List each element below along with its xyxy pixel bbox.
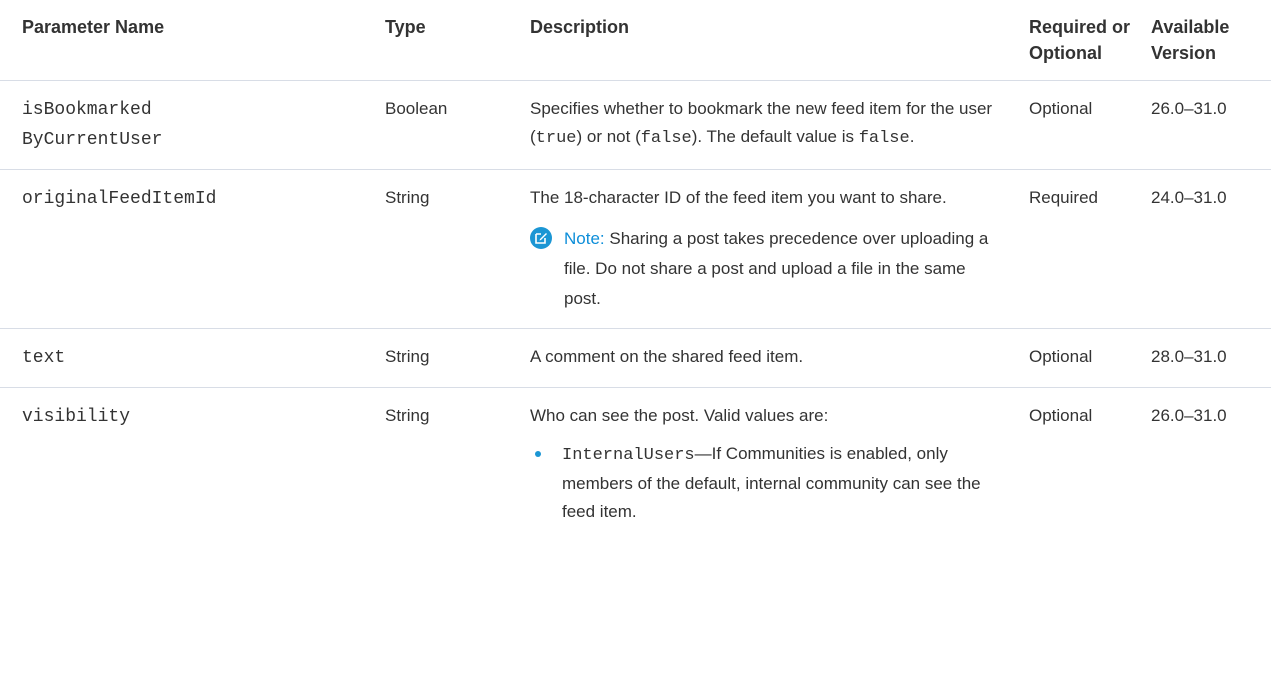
required-cell: Optional — [1013, 328, 1141, 388]
header-parameter-name: Parameter Name — [0, 0, 363, 81]
values-list: InternalUsers—If Communities is enabled,… — [530, 440, 1007, 526]
header-type: Type — [363, 0, 508, 81]
header-available-version: Available Version — [1141, 0, 1271, 81]
table-row: isBookmarked ByCurrentUser Boolean Speci… — [0, 80, 1271, 170]
description-cell: Specifies whether to bookmark the new fe… — [508, 80, 1013, 170]
type-cell: String — [385, 406, 430, 425]
note-text: Sharing a post takes precedence over upl… — [564, 229, 989, 308]
bullet-dot-icon — [535, 451, 541, 457]
type-cell: String — [363, 328, 508, 388]
note-label: Note: — [564, 229, 605, 248]
version-cell: 24.0–31.0 — [1141, 169, 1271, 329]
list-item: InternalUsers—If Communities is enabled,… — [530, 440, 1007, 526]
description-cell: The 18-character ID of the feed item you… — [508, 169, 1013, 329]
description-cell: Who can see the post. Valid values are: … — [508, 388, 1013, 541]
param-name-cell: visibility — [0, 388, 363, 541]
note-body: Note: Sharing a post takes precedence ov… — [564, 224, 1007, 314]
code-value: false — [858, 129, 910, 148]
table-row: visibility String Who can see the post. … — [0, 388, 1271, 541]
note-box: Note: Sharing a post takes precedence ov… — [530, 224, 1007, 314]
header-description: Description — [508, 0, 1013, 81]
required-cell: Optional — [1029, 406, 1093, 425]
description-text: . — [909, 127, 915, 146]
param-name: originalFeedItemId — [22, 189, 217, 209]
description-cell: A comment on the shared feed item. — [508, 328, 1013, 388]
param-name-cell: text — [0, 328, 363, 388]
parameters-table: Parameter Name Type Description Required… — [0, 0, 1271, 540]
type-cell: String — [363, 169, 508, 329]
version-cell: 28.0–31.0 — [1141, 328, 1271, 388]
table-row: text String A comment on the shared feed… — [0, 328, 1271, 388]
code-value: InternalUsers — [562, 446, 695, 465]
param-name: visibility — [22, 407, 131, 427]
required-cell: Required — [1013, 169, 1141, 329]
code-value: true — [535, 129, 577, 148]
table-header-row: Parameter Name Type Description Required… — [0, 0, 1271, 81]
version-cell: 26.0–31.0 — [1151, 406, 1227, 425]
required-cell: Optional — [1013, 80, 1141, 170]
description-text: Who can see the post. Valid values are: — [530, 406, 829, 425]
param-name-line: isBookmarked — [22, 100, 152, 120]
description-text: The 18-character ID of the feed item you… — [530, 188, 947, 207]
version-cell: 26.0–31.0 — [1141, 80, 1271, 170]
description-text: ) or not ( — [576, 127, 641, 146]
param-name-cell: originalFeedItemId — [0, 169, 363, 329]
page: Parameter Name Type Description Required… — [0, 0, 1271, 677]
code-value: false — [640, 129, 692, 148]
description-text: ). The default value is — [691, 127, 859, 146]
header-required-optional: Required or Optional — [1013, 0, 1141, 81]
edit-note-icon — [530, 227, 552, 249]
type-cell: Boolean — [363, 80, 508, 170]
table-row: originalFeedItemId String The 18-charact… — [0, 169, 1271, 329]
param-name: text — [22, 348, 66, 368]
param-name-cell: isBookmarked ByCurrentUser — [0, 80, 363, 170]
param-name-line: ByCurrentUser — [22, 130, 163, 150]
